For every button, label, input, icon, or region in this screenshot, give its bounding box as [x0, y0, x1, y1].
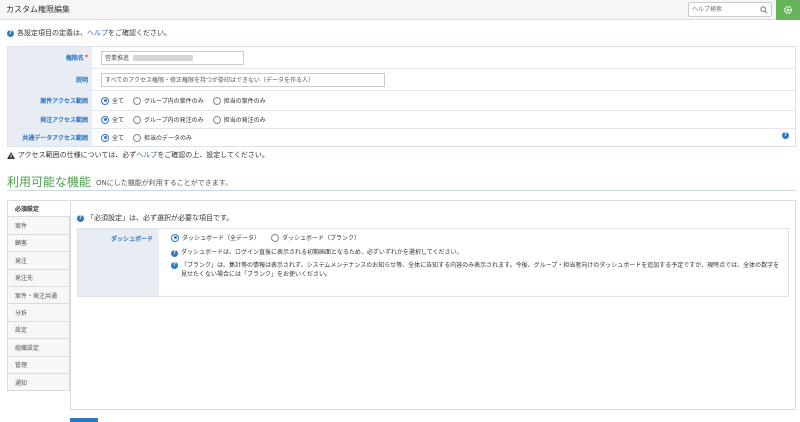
tab-case-order-common[interactable]: 案件・発注共通: [7, 286, 70, 305]
question-icon: ?: [77, 214, 84, 222]
row-case-access: 案件アクセス範囲 全て グループ内の案件のみ 担当の案件のみ: [8, 91, 795, 111]
top-bar: カスタム権限編集: [0, 0, 800, 20]
feature-tabs: 必須設定 案件 顧客 発注 発注先 案件・発注共通 分析 設定 組織設定 管理 …: [7, 200, 70, 392]
info-line: ? 各設定項目の定義は、 ヘルプ をご確認ください。: [7, 28, 171, 38]
tab-case[interactable]: 案件: [7, 217, 70, 235]
feature-panel: ? 「必須設定」は、必ず選択が必要な項目です。 ダッシュボード ダッシュボード（…: [70, 200, 796, 410]
case-access-all[interactable]: 全て: [101, 96, 124, 105]
tab-order[interactable]: 発注: [7, 252, 70, 270]
permission-name-input[interactable]: 営業推進: [101, 50, 244, 65]
question-icon: ?: [7, 29, 14, 37]
help-search-box[interactable]: [688, 2, 772, 17]
tab-required[interactable]: 必須設定: [7, 200, 70, 218]
permission-name-label: 権限名 *: [8, 47, 92, 68]
save-button[interactable]: [70, 418, 98, 422]
shared-access-assigned[interactable]: 担当のデータのみ: [133, 133, 192, 142]
question-icon: ?: [171, 249, 178, 257]
question-icon: ?: [171, 262, 178, 269]
tab-supplier[interactable]: 発注先: [7, 269, 70, 287]
row-description: 説明 すべてのアクセス権限・修正権限を持つが掛印はできない（データを作る人）: [8, 69, 795, 91]
shared-access-all[interactable]: 全て: [101, 133, 124, 142]
shared-access-label: 共通データアクセス範囲: [8, 129, 92, 146]
case-access-label: 案件アクセス範囲: [8, 91, 92, 110]
tab-management[interactable]: 管理: [7, 356, 70, 374]
row-order-access: 発注アクセス範囲 全て グループ内の発注のみ 担当の発注のみ: [8, 111, 795, 129]
permission-settings-table: 権限名 * 営業推進 説明 すべてのアクセス権限・修正権限を持つが掛印はできない（…: [7, 46, 796, 147]
settings-button[interactable]: [776, 0, 800, 20]
row-permission-name: 権限名 * 営業推進: [8, 47, 795, 69]
dashboard-label: ダッシュボード: [78, 229, 159, 296]
access-warning: アクセス範囲の仕様については、必ず ヘルプ をご確認の上、設定してください。: [7, 150, 269, 160]
order-access-all[interactable]: 全て: [101, 115, 124, 124]
required-note: ? 「必須設定」は、必ず選択が必要な項目です。: [77, 213, 233, 223]
section-subtitle: ONにした機能が利用することができます。: [96, 179, 233, 187]
warning-help-link[interactable]: ヘルプ: [136, 150, 157, 160]
dashboard-full-data[interactable]: ダッシュボード（全データ）: [171, 233, 260, 242]
dashboard-help-1: ? ダッシュボードは、ログイン直後に表示される初期画面となるため、必ずいずれかを…: [171, 248, 781, 258]
page-title: カスタム権限編集: [6, 5, 70, 14]
tab-organization[interactable]: 組織設定: [7, 339, 70, 357]
order-access-group[interactable]: グループ内の発注のみ: [133, 115, 204, 124]
help-search-input[interactable]: [692, 4, 754, 15]
dashboard-blank[interactable]: ダッシュボード（ブランク）: [271, 233, 360, 242]
section-divider: [7, 190, 796, 191]
tab-notification[interactable]: 通知: [7, 373, 70, 392]
help-link[interactable]: ヘルプ: [87, 28, 108, 38]
dashboard-help-2: ? 「ブランク」は、集計等の情報は表示されず、システムメンテナンスのお知らせ等、…: [171, 261, 781, 280]
case-access-group[interactable]: グループ内の案件のみ: [133, 96, 204, 105]
gear-icon: [783, 5, 793, 15]
order-access-label: 発注アクセス範囲: [8, 111, 92, 128]
section-title: 利用可能な機能: [7, 175, 92, 189]
tab-analysis[interactable]: 分析: [7, 304, 70, 322]
order-access-assigned[interactable]: 担当の発注のみ: [212, 115, 266, 124]
warning-icon: [7, 151, 15, 159]
question-icon[interactable]: ?: [782, 132, 789, 139]
search-icon[interactable]: [757, 3, 771, 16]
row-shared-access: 共通データアクセス範囲 全て 担当のデータのみ ?: [8, 129, 795, 146]
dashboard-setting: ダッシュボード ダッシュボード（全データ） ダッシュボード（ブランク） ? ダッ…: [77, 228, 789, 297]
case-access-assigned[interactable]: 担当の案件のみ: [212, 96, 266, 105]
description-input[interactable]: すべてのアクセス権限・修正権限を持つが掛印はできない（データを作る人）: [101, 72, 385, 87]
tab-settings[interactable]: 設定: [7, 321, 70, 340]
tab-customer[interactable]: 顧客: [7, 234, 70, 253]
description-label: 説明: [8, 69, 92, 90]
